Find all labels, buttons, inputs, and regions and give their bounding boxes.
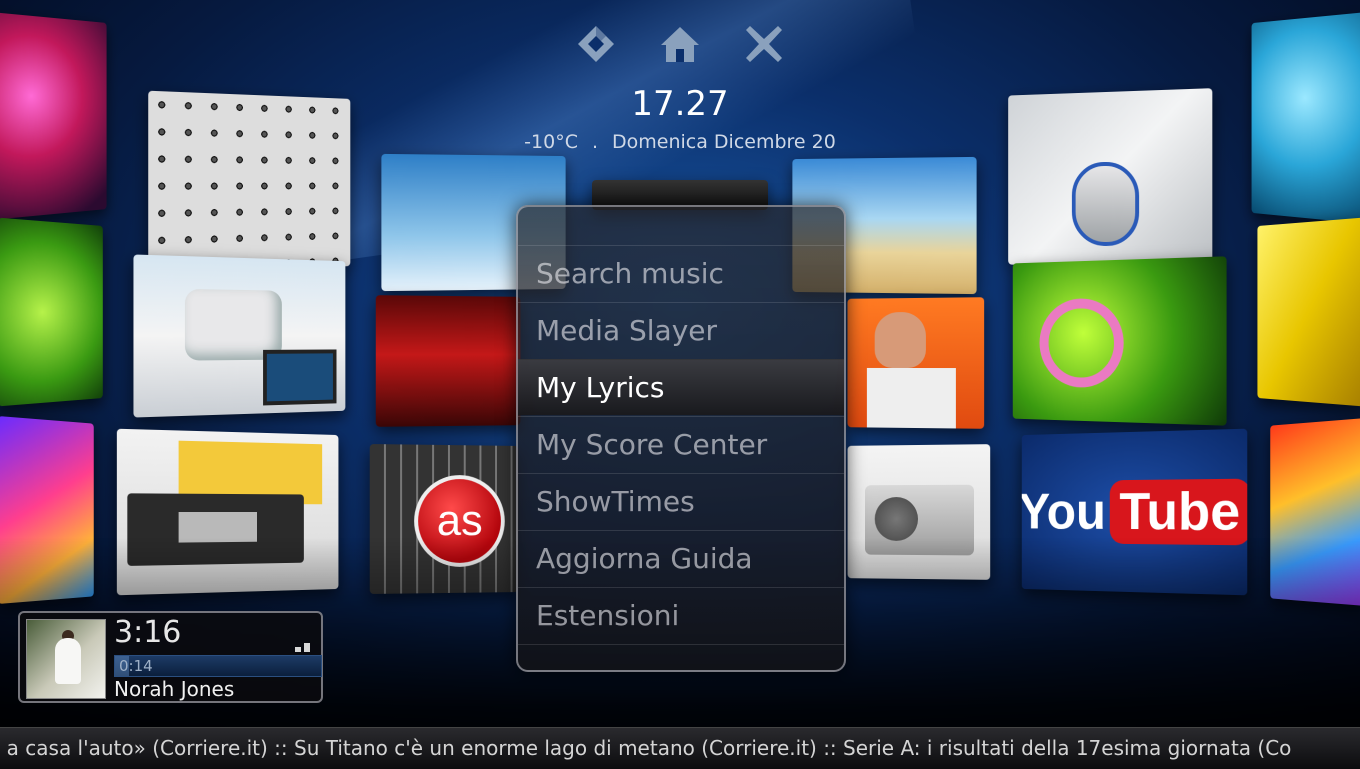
- audio-level-icon: [292, 633, 310, 652]
- tile-lastfm[interactable]: as: [369, 444, 519, 594]
- news-ticker: e a casa l'auto» (Corriere.it) :: Su Tit…: [0, 727, 1360, 769]
- menu-item-my-lyrics[interactable]: My Lyrics: [518, 359, 844, 415]
- tile-abstract-left[interactable]: [0, 416, 94, 604]
- top-controls: [570, 22, 790, 66]
- date: Domenica Dicembre 20: [612, 131, 836, 153]
- youtube-you-text: You: [1021, 483, 1106, 541]
- now-playing-panel[interactable]: 3:16 0:14 Norah Jones: [18, 611, 323, 703]
- tile-theater[interactable]: [375, 295, 521, 427]
- youtube-tube-text: Tube: [1109, 478, 1248, 546]
- progress-bar[interactable]: 0:14: [114, 655, 322, 677]
- tile-abstract-right[interactable]: [1270, 418, 1360, 606]
- artist-name: Norah Jones: [114, 677, 235, 701]
- ticker-text: e a casa l'auto» (Corriere.it) :: Su Tit…: [0, 736, 1292, 760]
- menu-item-estensioni[interactable]: Estensioni: [518, 587, 844, 643]
- menu-item-aggiorna-guida[interactable]: Aggiorna Guida: [518, 530, 844, 586]
- main-menu: Search music Media Slayer My Lyrics My S…: [516, 205, 846, 672]
- elapsed-time: 0:14: [119, 657, 153, 675]
- tile-film-reel[interactable]: [1012, 256, 1227, 426]
- tile-yellow[interactable]: [1257, 217, 1360, 407]
- tile-radio-silver[interactable]: [847, 444, 991, 580]
- tile-leaf[interactable]: [0, 217, 103, 407]
- temperature: -10°C: [524, 131, 578, 153]
- menu-item-empty: [518, 644, 844, 670]
- menu-item-my-score-center[interactable]: My Score Center: [518, 416, 844, 472]
- date-line: -10°C. Domenica Dicembre 20: [0, 131, 1360, 153]
- menu-item-media-slayer[interactable]: Media Slayer: [518, 302, 844, 358]
- track-duration: 3:16: [114, 615, 182, 650]
- menu-item-showtimes[interactable]: ShowTimes: [518, 473, 844, 529]
- youtube-logo-icon: You Tube: [1021, 428, 1248, 596]
- lastfm-logo-icon: as: [414, 474, 505, 568]
- tile-youtube[interactable]: You Tube: [1021, 428, 1248, 596]
- tile-radio-white[interactable]: [116, 428, 339, 596]
- tile-camcorder[interactable]: [133, 254, 346, 418]
- menu-item-search-music[interactable]: Search music: [518, 245, 844, 301]
- tile-dexter[interactable]: [847, 297, 985, 429]
- home-icon[interactable]: [658, 22, 702, 66]
- back-icon[interactable]: [574, 22, 618, 66]
- separator: .: [591, 131, 599, 153]
- clock: 17.27: [631, 84, 729, 124]
- album-art: [26, 619, 106, 699]
- close-icon[interactable]: [742, 22, 786, 66]
